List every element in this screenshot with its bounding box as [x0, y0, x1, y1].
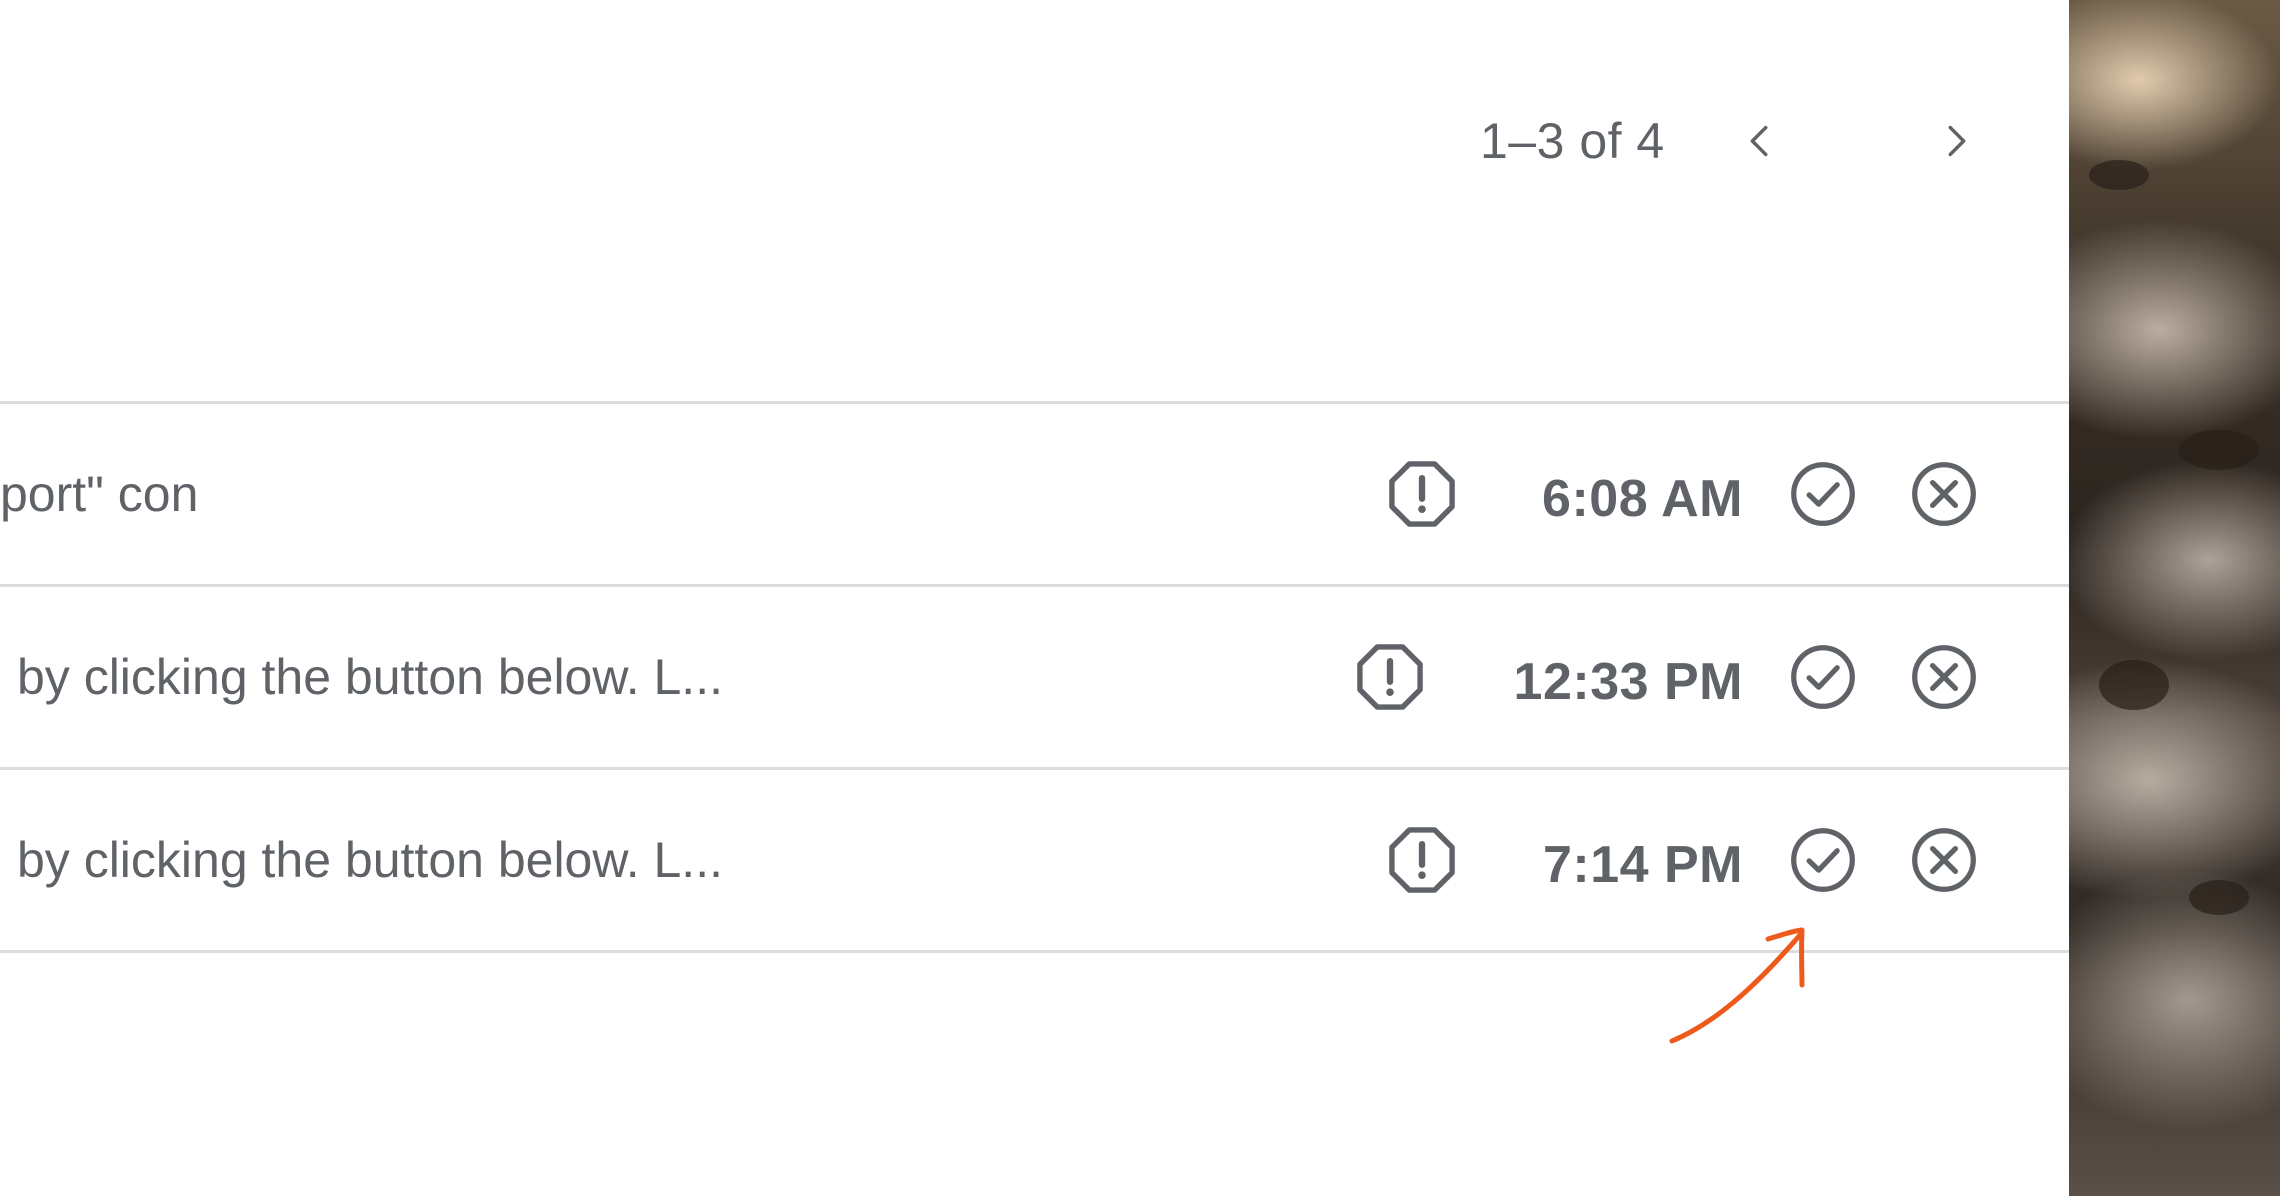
pagination: 1–3 of 4 — [1480, 104, 1993, 178]
check-circle-icon — [1791, 462, 1855, 526]
message-snippet: port" con — [0, 466, 199, 522]
cancel-circle-icon — [1912, 645, 1976, 709]
message-row-2[interactable]: by clicking the button below. L... 12:33… — [0, 587, 2069, 767]
message-snippet: by clicking the button below. L... — [17, 832, 723, 888]
photo-detail — [2089, 160, 2149, 190]
next-page-button[interactable] — [1919, 104, 1993, 178]
app-window: 1–3 of 4 port" con 6:08 AM by clicking t… — [0, 0, 2280, 1196]
check-circle-icon — [1791, 645, 1855, 709]
chevron-right-icon — [1948, 125, 1966, 157]
chevron-left-icon — [1750, 125, 1768, 157]
message-snippet: by clicking the button below. L... — [17, 649, 723, 705]
approve-button[interactable] — [1783, 637, 1863, 717]
dismiss-button[interactable] — [1904, 454, 1984, 534]
photo-detail — [2179, 430, 2259, 470]
photo-detail — [2189, 880, 2249, 915]
report-spam-icon — [1389, 827, 1455, 893]
annotation-arrow-icon — [1669, 927, 1805, 1044]
report-spam-icon — [1357, 644, 1423, 710]
message-time: 7:14 PM — [1542, 835, 1743, 894]
message-list-pane: 1–3 of 4 port" con 6:08 AM by clicking t… — [0, 0, 2069, 1196]
photo-detail — [2099, 660, 2169, 710]
page-range-label: 1–3 of 4 — [1480, 113, 1665, 169]
approve-button[interactable] — [1783, 454, 1863, 534]
check-circle-icon — [1791, 828, 1855, 892]
message-row-1[interactable]: port" con 6:08 AM — [0, 404, 2069, 584]
message-time: 6:08 AM — [1542, 469, 1743, 528]
message-time: 12:33 PM — [1513, 652, 1743, 711]
cancel-circle-icon — [1912, 462, 1976, 526]
dismiss-button[interactable] — [1904, 820, 1984, 900]
approve-button[interactable] — [1783, 820, 1863, 900]
report-spam-icon — [1389, 461, 1455, 527]
background-photo — [2069, 0, 2280, 1196]
dismiss-button[interactable] — [1904, 637, 1984, 717]
previous-page-button[interactable] — [1723, 104, 1797, 178]
cancel-circle-icon — [1912, 828, 1976, 892]
